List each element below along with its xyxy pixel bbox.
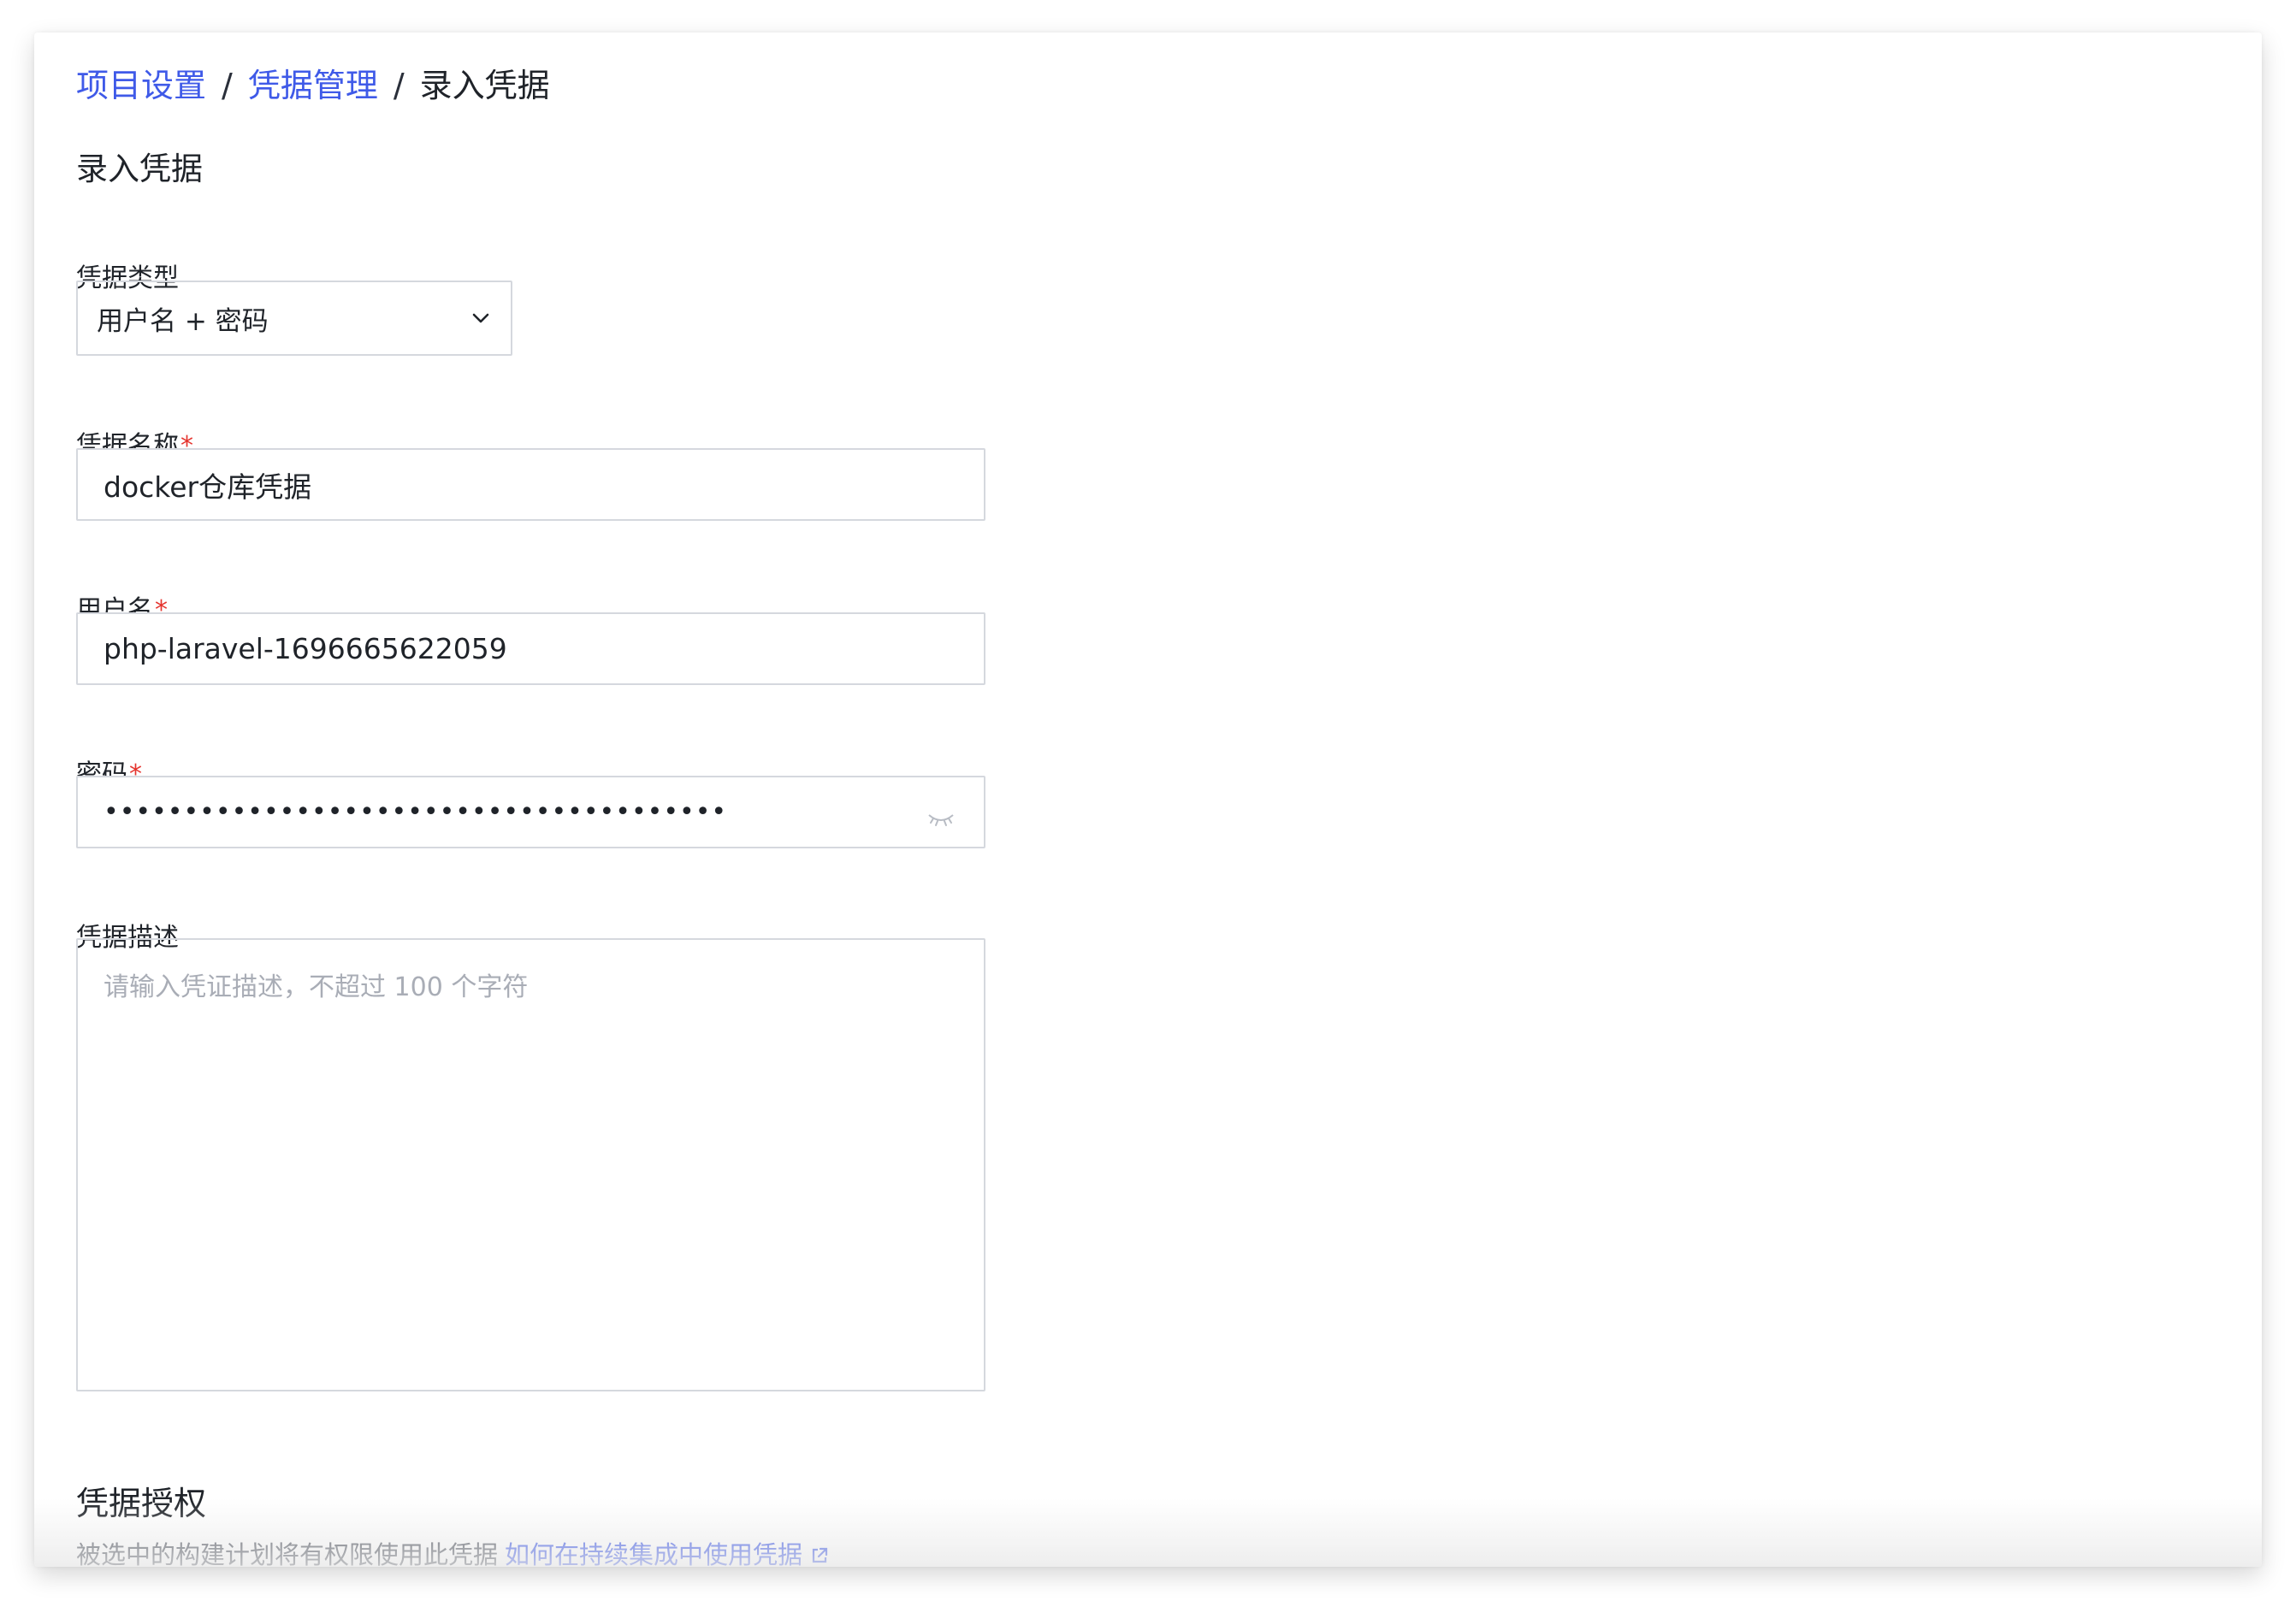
authorization-description-text: 被选中的构建计划将有权限使用此凭据 [76, 1540, 499, 1567]
breadcrumb-project-settings[interactable]: 项目设置 [76, 67, 206, 104]
username-input[interactable]: php-laravel-1696665622059 [76, 612, 985, 685]
username-value: php-laravel-1696665622059 [104, 632, 507, 665]
credential-name-input[interactable]: docker仓库凭据 [76, 448, 985, 521]
authorization-title: 凭据授权 [76, 1485, 207, 1522]
eye-closed-icon[interactable] [926, 802, 956, 826]
external-link-icon [809, 1539, 830, 1563]
password-value: ••••••••••••••••••••••••••••••••••••••• [104, 797, 728, 827]
password-input[interactable]: ••••••••••••••••••••••••••••••••••••••• [76, 776, 985, 848]
credential-name-value: docker仓库凭据 [104, 470, 312, 504]
credential-type-select[interactable]: 用户名 + 密码 [76, 281, 512, 356]
breadcrumb-separator: / [222, 67, 233, 104]
authorization-description: 被选中的构建计划将有权限使用此凭据 如何在持续集成中使用凭据 [76, 1536, 830, 1567]
description-placeholder: 请输入凭证描述，不超过 100 个字符 [104, 972, 529, 1002]
breadcrumb-separator: / [393, 67, 405, 104]
description-textarea[interactable]: 请输入凭证描述，不超过 100 个字符 [76, 938, 985, 1391]
breadcrumb-current: 录入凭据 [419, 67, 550, 104]
page-card: 项目设置 / 凭据管理 / 录入凭据 录入凭据 凭据类型 用户名 + 密码 凭据名称* … [34, 32, 2262, 1567]
page-title: 录入凭据 [76, 151, 203, 187]
ci-usage-help-link-text: 如何在持续集成中使用凭据 [505, 1540, 803, 1567]
chevron-down-icon [470, 307, 492, 329]
ci-usage-help-link[interactable]: 如何在持续集成中使用凭据 [505, 1540, 830, 1567]
breadcrumb: 项目设置 / 凭据管理 / 录入凭据 [76, 62, 550, 109]
credential-type-value: 用户名 + 密码 [97, 305, 269, 337]
breadcrumb-credential-management[interactable]: 凭据管理 [248, 67, 378, 104]
